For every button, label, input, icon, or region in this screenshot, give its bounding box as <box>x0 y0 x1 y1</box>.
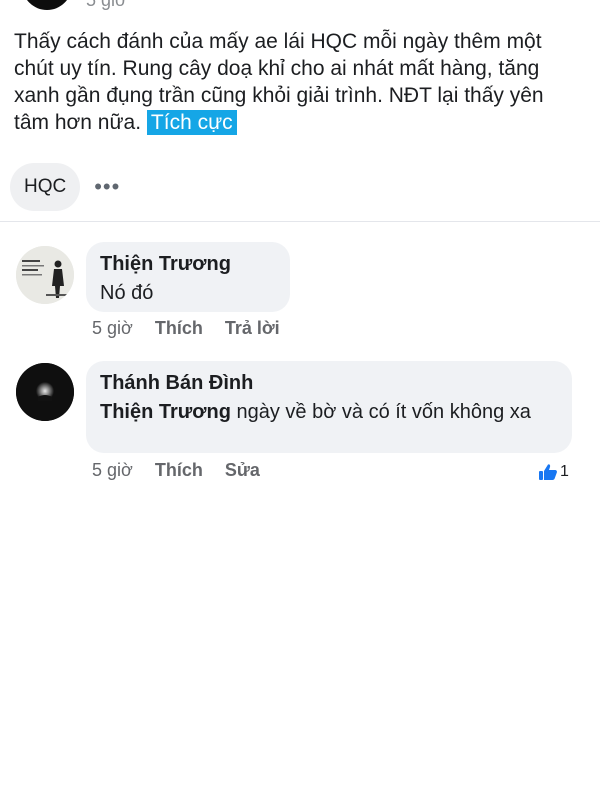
like-button[interactable]: Thích <box>155 318 203 339</box>
comment-body: ngày về bờ và có ít vốn không xa <box>236 401 531 423</box>
post-body: Thấy cách đánh của mấy ae lái HQC mỗi ng… <box>14 30 544 134</box>
avatar-image <box>16 246 74 304</box>
comment-text: Thiện Trương ngày về bờ và có ít vốn khô… <box>100 397 558 427</box>
post-text: Thấy cách đánh của mấy ae lái HQC mỗi ng… <box>14 28 584 136</box>
edit-button[interactable]: Sửa <box>225 460 260 481</box>
post-author-avatar[interactable] <box>22 0 72 10</box>
comment-author[interactable]: Thiện Trương <box>100 250 276 278</box>
more-dots-icon[interactable]: ••• <box>94 176 120 198</box>
avatar[interactable] <box>16 246 74 304</box>
like-button[interactable]: Thích <box>155 460 203 481</box>
ticker-chip-label: HQC <box>24 176 67 197</box>
post-actions: HQC ••• <box>10 163 120 211</box>
sentiment-tag[interactable]: Tích cực <box>146 110 237 135</box>
like-count-value: 1 <box>560 463 569 480</box>
divider <box>0 221 600 222</box>
post-time: 5 giờ <box>86 0 127 10</box>
thumbs-up-icon <box>539 464 557 480</box>
comment-text: Nó đó <box>100 282 154 304</box>
comment-mention[interactable]: Thiện Trương <box>100 401 231 423</box>
comment-meta: 5 giờ Thích Sửa <box>92 460 260 481</box>
comment-time: 5 giờ <box>92 318 133 338</box>
comment-author[interactable]: Thánh Bán Đình <box>100 369 558 397</box>
comment-bubble: Thiện Trương Nó đó <box>86 242 290 312</box>
comment-meta: 5 giờ Thích Trả lời <box>92 318 280 339</box>
comment-bubble: Thánh Bán Đình Thiện Trương ngày về bờ v… <box>86 361 572 453</box>
avatar[interactable] <box>16 363 74 421</box>
reply-button[interactable]: Trả lời <box>225 318 280 339</box>
avatar-image <box>16 363 74 421</box>
comment-time: 5 giờ <box>92 460 133 480</box>
like-count[interactable]: 1 <box>538 463 569 481</box>
ticker-chip[interactable]: HQC <box>10 163 81 211</box>
